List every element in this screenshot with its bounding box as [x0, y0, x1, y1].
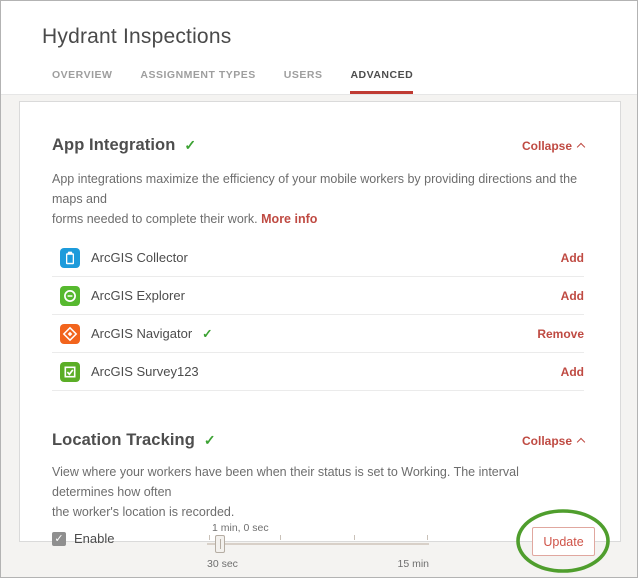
app-name: ArcGIS Navigator — [91, 326, 192, 341]
app-integration-collapse-link[interactable]: Collapse — [522, 139, 584, 153]
location-tracking-controls: ✓ Enable 1 min, 0 sec 30 sec 15 min Upda… — [20, 522, 620, 578]
slider-min-label: 30 sec — [207, 558, 238, 570]
app-row-navigator: ArcGIS Navigator ✓ Remove — [52, 315, 584, 353]
slider-value-label: 1 min, 0 sec — [212, 522, 269, 534]
enable-checkbox[interactable]: ✓ — [52, 532, 66, 546]
update-button[interactable]: Update — [532, 527, 595, 556]
collector-icon — [60, 248, 80, 268]
tab-users[interactable]: USERS — [284, 69, 323, 94]
app-list: ArcGIS Collector Add ArcGIS Explorer Add… — [52, 239, 584, 391]
app-window: Hydrant Inspections OVERVIEW ASSIGNMENT … — [0, 0, 638, 578]
survey123-icon — [60, 362, 80, 382]
app-row-survey123: ArcGIS Survey123 Add — [52, 353, 584, 391]
app-name: ArcGIS Explorer — [91, 288, 185, 303]
tab-advanced[interactable]: ADVANCED — [350, 69, 413, 94]
add-link[interactable]: Add — [561, 251, 584, 265]
chevron-up-icon — [577, 438, 585, 446]
description-line: the worker's location is recorded. — [52, 505, 234, 519]
description-line: forms needed to complete their work. — [52, 212, 258, 226]
check-icon: ✓ — [184, 137, 196, 154]
header: Hydrant Inspections OVERVIEW ASSIGNMENT … — [1, 1, 637, 94]
add-link[interactable]: Add — [561, 289, 584, 303]
settings-card: App Integration ✓ Collapse App integrati… — [19, 101, 621, 542]
app-integration-header: App Integration ✓ Collapse — [52, 136, 584, 155]
slider-max-label: 15 min — [397, 558, 429, 570]
description-line: App integrations maximize the efficiency… — [52, 172, 577, 206]
add-link[interactable]: Add — [561, 365, 584, 379]
enable-control: ✓ Enable — [52, 531, 114, 546]
navigator-icon — [60, 324, 80, 344]
app-row-explorer: ArcGIS Explorer Add — [52, 277, 584, 315]
enable-label: Enable — [74, 531, 114, 546]
tab-bar: OVERVIEW ASSIGNMENT TYPES USERS ADVANCED — [52, 69, 413, 94]
slider-track[interactable] — [207, 543, 429, 545]
page-title: Hydrant Inspections — [42, 25, 231, 49]
location-tracking-header: Location Tracking ✓ Collapse — [52, 431, 584, 450]
explorer-icon — [60, 286, 80, 306]
app-name: ArcGIS Collector — [91, 250, 188, 265]
slider-tick — [427, 535, 428, 540]
app-integration-description: App integrations maximize the efficiency… — [52, 169, 584, 229]
location-tracking-title: Location Tracking — [52, 431, 195, 450]
slider-handle[interactable] — [215, 535, 225, 553]
location-tracking-collapse-link[interactable]: Collapse — [522, 434, 584, 448]
location-tracking-description: View where your workers have been when t… — [52, 462, 584, 522]
slider-tick — [209, 535, 210, 540]
description-line: View where your workers have been when t… — [52, 465, 519, 499]
slider-tick — [280, 535, 281, 540]
collapse-label: Collapse — [522, 434, 572, 448]
slider-tick — [354, 535, 355, 540]
app-name: ArcGIS Survey123 — [91, 364, 199, 379]
collapse-label: Collapse — [522, 139, 572, 153]
app-row-collector: ArcGIS Collector Add — [52, 239, 584, 277]
check-icon: ✓ — [204, 432, 216, 449]
remove-link[interactable]: Remove — [537, 327, 584, 341]
tab-assignment-types[interactable]: ASSIGNMENT TYPES — [140, 69, 255, 94]
tab-overview[interactable]: OVERVIEW — [52, 69, 112, 94]
interval-slider: 1 min, 0 sec 30 sec 15 min — [207, 522, 429, 572]
check-icon: ✓ — [202, 326, 212, 341]
chevron-up-icon — [577, 143, 585, 151]
more-info-link[interactable]: More info — [261, 212, 317, 226]
app-integration-title: App Integration — [52, 136, 175, 155]
